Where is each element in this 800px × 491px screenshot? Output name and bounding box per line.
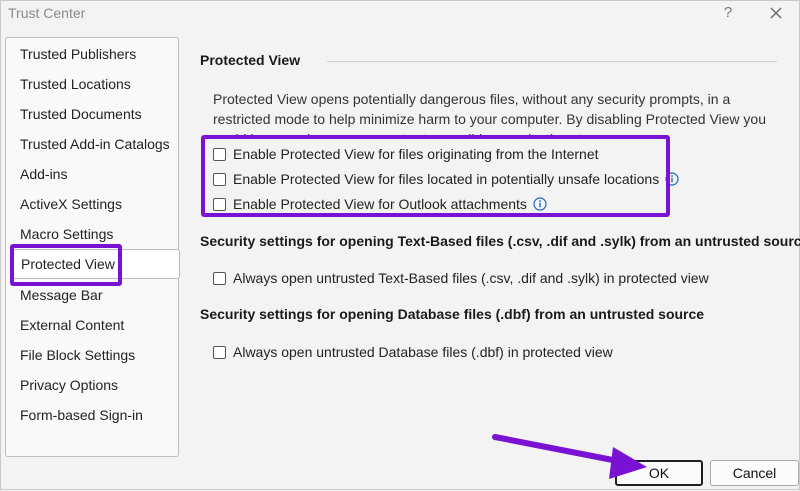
trust-center-dialog: Trust Center ? Trusted Publishers Truste… [0, 0, 800, 490]
protected-view-heading: Protected View [200, 52, 301, 68]
option-label: Enable Protected View for files located … [233, 171, 660, 187]
option-outlook-attachments[interactable]: Enable Protected View for Outlook attach… [213, 193, 547, 215]
checkbox[interactable] [213, 147, 226, 161]
option-label: Always open untrusted Text-Based files (… [233, 270, 709, 286]
checkbox[interactable] [213, 345, 226, 359]
sidebar-item-trusted-documents[interactable]: Trusted Documents [20, 102, 142, 126]
info-icon[interactable] [533, 197, 547, 211]
sidebar-item-add-ins[interactable]: Add-ins [20, 162, 67, 186]
option-label: Enable Protected View for files originat… [233, 146, 599, 162]
option-text-based-files[interactable]: Always open untrusted Text-Based files (… [213, 267, 709, 289]
option-unsafe-locations[interactable]: Enable Protected View for files located … [213, 168, 679, 190]
database-heading: Security settings for opening Database f… [200, 306, 705, 322]
option-internet-files[interactable]: Enable Protected View for files originat… [213, 143, 599, 165]
sidebar-item-message-bar[interactable]: Message Bar [20, 283, 102, 307]
sidebar-item-external-content[interactable]: External Content [20, 313, 124, 337]
sidebar-item-trusted-locations[interactable]: Trusted Locations [20, 72, 131, 96]
help-button[interactable]: ? [719, 3, 737, 23]
checkbox[interactable] [213, 271, 226, 285]
option-database-files[interactable]: Always open untrusted Database files (.d… [213, 341, 613, 363]
ok-button[interactable]: OK [615, 460, 703, 486]
sidebar-item-file-block-settings[interactable]: File Block Settings [20, 343, 135, 367]
sidebar-item-trusted-add-in-catalogs[interactable]: Trusted Add-in Catalogs [20, 132, 170, 156]
option-label: Always open untrusted Database files (.d… [233, 344, 613, 360]
sidebar-item-activex-settings[interactable]: ActiveX Settings [20, 192, 122, 216]
dialog-title: Trust Center [8, 5, 86, 21]
info-icon[interactable] [665, 172, 679, 186]
sidebar-item-trusted-publishers[interactable]: Trusted Publishers [20, 42, 136, 66]
sidebar-item-macro-settings[interactable]: Macro Settings [20, 222, 113, 246]
sidebar-item-form-based-sign-in[interactable]: Form-based Sign-in [20, 403, 143, 427]
cancel-button[interactable]: Cancel [710, 460, 799, 486]
option-label: Enable Protected View for Outlook attach… [233, 196, 527, 212]
sidebar-item-privacy-options[interactable]: Privacy Options [20, 373, 118, 397]
sidebar-item-protected-view[interactable]: Protected View [10, 249, 180, 279]
title-bar: Trust Center ? [1, 1, 799, 27]
checkbox[interactable] [213, 197, 226, 211]
section-divider [327, 61, 777, 62]
category-sidebar: Trusted Publishers Trusted Locations Tru… [5, 37, 180, 457]
close-icon[interactable] [765, 2, 787, 24]
checkbox[interactable] [213, 172, 226, 186]
text-based-heading: Security settings for opening Text-Based… [200, 233, 800, 249]
protected-view-description: Protected View opens potentially dangero… [213, 91, 766, 137]
